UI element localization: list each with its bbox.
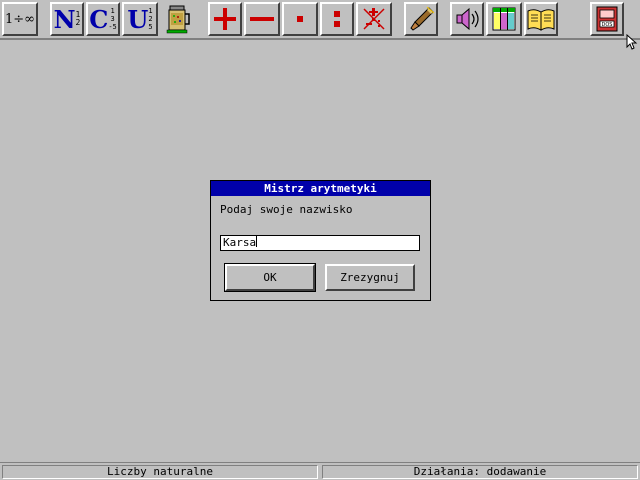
natural-numbers-icon: N 1 2 [54, 5, 81, 34]
fractions-button[interactable]: U 1 2 5 [122, 2, 158, 36]
sound-button[interactable] [450, 2, 484, 36]
integers-icon: C 1 3 -5 [89, 5, 117, 34]
infinity-button[interactable]: 1÷∞ [2, 2, 38, 36]
status-right-text: Działania: dodawanie [413, 465, 547, 478]
fraction-num-2: 2 [148, 15, 153, 23]
pencil-button[interactable] [404, 2, 438, 36]
dialog-title: Mistrz arytmetyki [211, 181, 430, 196]
division-button[interactable] [320, 2, 354, 36]
table-icon [492, 7, 516, 31]
minus-icon [250, 17, 274, 21]
natural-letter: N [53, 4, 76, 34]
cancel-button[interactable]: Zrezygnuj [325, 264, 415, 291]
table-button[interactable] [486, 2, 522, 36]
natural-frac-bottom: 2 [75, 18, 81, 27]
mouse-cursor-icon [626, 34, 638, 50]
plus-icon [214, 8, 236, 30]
svg-text:DOS: DOS [602, 22, 613, 28]
book-icon [527, 9, 555, 31]
fraction-num-3: 5 [148, 23, 153, 31]
dos-exit-icon: DOS [596, 6, 618, 32]
fractions-icon: U 1 2 5 [127, 5, 152, 34]
exit-button[interactable]: DOS [590, 2, 624, 36]
calculator-button[interactable] [160, 2, 196, 36]
mixed-operations-icon [363, 8, 385, 30]
infinity-label: 1÷∞ [5, 11, 35, 27]
toolbar: 1÷∞ N 1 2 C 1 3 -5 U 1 2 5 DOS [0, 0, 640, 40]
ok-button-label: OK [263, 271, 277, 284]
divide-icon [334, 11, 340, 27]
cancel-button-label: Zrezygnuj [340, 271, 400, 284]
integer-num-3: -5 [108, 23, 117, 31]
book-button[interactable] [524, 2, 558, 36]
addition-button[interactable] [208, 2, 242, 36]
status-number-type: Liczby naturalne [2, 465, 318, 479]
text-caret [256, 236, 258, 247]
dialog-prompt: Podaj swoje nazwisko [220, 203, 353, 216]
mixed-operations-button[interactable] [356, 2, 392, 36]
natural-numbers-button[interactable]: N 1 2 [50, 2, 84, 36]
status-bar: Liczby naturalne Działania: dodawanie [0, 462, 640, 480]
toolbar-separator [0, 38, 640, 40]
integer-letter: C [89, 4, 109, 34]
integer-num-1: 1 [110, 7, 115, 15]
fraction-num-1: 1 [148, 7, 153, 15]
name-input-value: Karsa [223, 236, 257, 249]
speaker-icon [456, 7, 479, 31]
status-left-text: Liczby naturalne [107, 465, 213, 478]
name-input[interactable]: Karsa [220, 235, 420, 251]
calculator-beer-icon [166, 5, 190, 34]
integers-button[interactable]: C 1 3 -5 [86, 2, 120, 36]
subtraction-button[interactable] [244, 2, 280, 36]
name-dialog: Mistrz arytmetyki Podaj swoje nazwisko K… [210, 180, 431, 301]
multiply-icon [297, 16, 303, 22]
status-operation: Działania: dodawanie [322, 465, 638, 479]
multiplication-button[interactable] [282, 2, 318, 36]
ok-button[interactable]: OK [224, 263, 316, 292]
pencil-icon [410, 6, 435, 31]
integer-num-2: 3 [110, 15, 115, 23]
fraction-letter: U [127, 4, 149, 34]
